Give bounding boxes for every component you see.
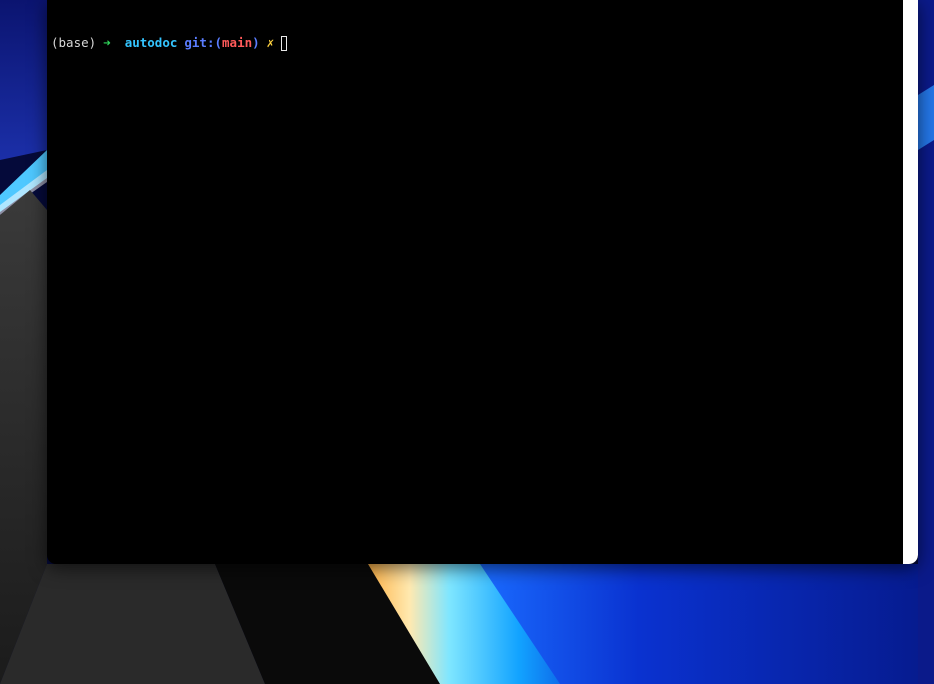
git-suffix: ) — [252, 35, 260, 50]
text-cursor[interactable] — [281, 35, 288, 51]
git-branch: main — [222, 35, 253, 50]
prompt-arrow-icon: ➜ — [103, 35, 111, 50]
current-directory: autodoc — [124, 35, 178, 50]
conda-env-label: (base) — [51, 35, 97, 50]
terminal-scrollbar[interactable] — [903, 0, 918, 564]
git-prefix: git:( — [184, 35, 223, 50]
git-dirty-icon: ✗ — [266, 35, 275, 50]
terminal-window[interactable]: (base) ➜ autodoc git:(main) ✗ — [47, 0, 918, 564]
shell-prompt: (base) ➜ autodoc git:(main) ✗ — [51, 35, 898, 51]
terminal-output[interactable]: (base) ➜ autodoc git:(main) ✗ — [51, 3, 898, 564]
